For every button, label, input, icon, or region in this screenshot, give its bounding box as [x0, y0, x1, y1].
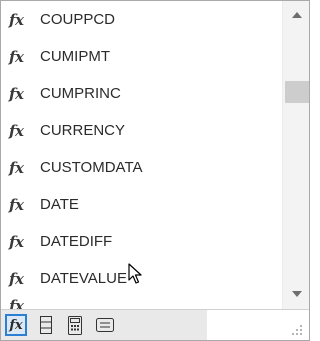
vertical-scrollbar[interactable]	[282, 1, 309, 309]
function-name: CUMIPMT	[40, 48, 110, 65]
scrollbar-thumb[interactable]	[285, 81, 309, 103]
function-icon: fx	[9, 84, 24, 103]
function-name: DATE	[40, 196, 79, 213]
function-icon: fx	[9, 232, 24, 251]
function-icon: fx	[9, 195, 24, 214]
function-name: CUSTOMDATA	[40, 159, 143, 176]
function-name: CURRENCY	[40, 122, 126, 139]
list-item[interactable]: fx DATE	[1, 186, 282, 223]
list-item[interactable]: fx CURRENCY	[1, 112, 282, 149]
function-icon: fx	[9, 47, 24, 66]
function-icon: fx	[9, 297, 24, 309]
function-icon: fx	[9, 269, 24, 288]
function-name: COUPPCD	[40, 11, 116, 28]
function-icon: fx	[9, 317, 23, 333]
tables-filter-button[interactable]	[35, 314, 57, 336]
function-icon: fx	[9, 121, 24, 140]
functions-filter-button[interactable]: fx	[5, 314, 27, 336]
function-icon: fx	[9, 158, 24, 177]
function-name: CUMPRINC	[40, 85, 121, 102]
function-autocomplete-panel: fx COUPPCD fx CUMIPMT fx CUMPRINC fx CUR…	[0, 0, 310, 341]
text-icon	[96, 318, 114, 332]
calculator-icon	[68, 315, 82, 335]
function-name: DATEVALUE	[40, 270, 127, 287]
list-item[interactable]: fx CUSTOMDATA	[1, 149, 282, 186]
list-item[interactable]: fx CUMPRINC	[1, 75, 282, 112]
table-icon	[40, 316, 52, 334]
function-icon: fx	[9, 10, 24, 29]
list-item[interactable]: fx CUMIPMT	[1, 38, 282, 75]
list-item[interactable]: fx COUPPCD	[1, 1, 282, 38]
list-item[interactable]: fx DATEDIFF	[1, 223, 282, 260]
resize-grip-icon[interactable]	[291, 324, 303, 336]
function-name: DATEDIFF	[40, 233, 113, 250]
function-list: fx COUPPCD fx CUMIPMT fx CUMPRINC fx CUR…	[1, 1, 282, 310]
keywords-filter-button[interactable]	[94, 314, 116, 336]
list-item[interactable]: fx	[1, 297, 282, 309]
scroll-up-arrow-icon[interactable]	[292, 12, 302, 18]
mouse-pointer-icon	[128, 263, 142, 284]
bottom-toolbar: fx	[1, 309, 309, 340]
scroll-down-arrow-icon[interactable]	[292, 291, 302, 297]
measures-filter-button[interactable]	[64, 314, 86, 336]
